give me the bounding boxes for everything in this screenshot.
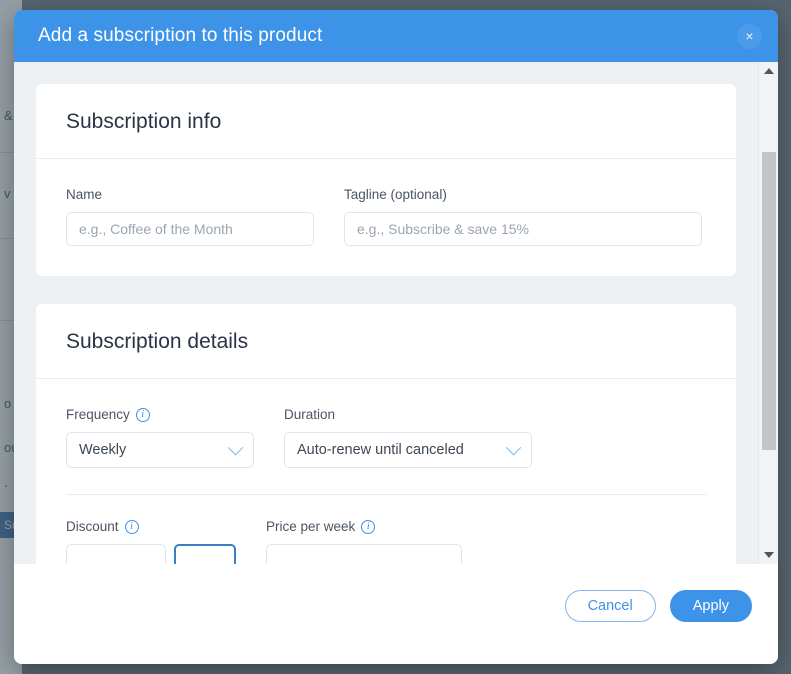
label-duration-text: Duration <box>284 407 336 422</box>
add-subscription-modal: Add a subscription to this product × Sub… <box>14 10 778 664</box>
scroll-up-arrow-icon[interactable] <box>759 62 778 80</box>
info-icon[interactable]: i <box>124 519 139 534</box>
scroll-down-arrow-icon[interactable] <box>759 546 778 564</box>
field-discount: Discount i <box>66 519 236 564</box>
discount-type-input[interactable] <box>174 544 236 564</box>
price-per-week-input[interactable] <box>266 544 462 564</box>
background-text-fragment: & <box>4 108 13 123</box>
section-title-subscription-details: Subscription details <box>36 304 736 379</box>
subscription-details-fields: Frequency i Weekly Duration Auto-renew u… <box>36 379 736 564</box>
label-price-per-week: Price per week i <box>266 519 462 534</box>
discount-inputs <box>66 544 236 564</box>
close-icon[interactable]: × <box>737 24 762 49</box>
label-frequency-text: Frequency <box>66 407 130 422</box>
modal-title: Add a subscription to this product <box>38 25 323 46</box>
background-text-fragment: · <box>4 478 9 493</box>
frequency-select[interactable]: Weekly <box>66 432 254 468</box>
background-text-fragment: v <box>4 186 11 201</box>
frequency-selected-value: Weekly <box>79 442 127 458</box>
modal-body: Subscription info Name Tagline (optional… <box>14 62 778 564</box>
frequency-duration-row: Frequency i Weekly Duration Auto-renew u… <box>66 407 706 468</box>
info-icon[interactable]: i <box>135 407 150 422</box>
field-duration: Duration Auto-renew until canceled <box>284 407 532 468</box>
label-name: Name <box>66 187 103 202</box>
section-title-subscription-info: Subscription info <box>36 84 736 159</box>
modal-header: Add a subscription to this product × <box>14 10 778 62</box>
label-price-per-week-text: Price per week <box>266 519 356 534</box>
tagline-input[interactable] <box>344 212 702 246</box>
modal-scroll-content: Subscription info Name Tagline (optional… <box>14 62 758 564</box>
subscription-info-card: Subscription info Name Tagline (optional… <box>36 84 736 276</box>
subscription-details-card: Subscription details Frequency i Weekly <box>36 304 736 564</box>
chevron-down-icon <box>227 439 244 455</box>
discount-amount-input[interactable] <box>66 544 166 564</box>
chevron-down-icon <box>505 439 522 455</box>
cancel-button[interactable]: Cancel <box>564 590 656 622</box>
duration-selected-value: Auto-renew until canceled <box>297 442 464 458</box>
field-price-per-week: Price per week i <box>266 519 462 564</box>
duration-select[interactable]: Auto-renew until canceled <box>284 432 532 468</box>
details-divider <box>66 494 706 495</box>
modal-footer: Cancel Apply <box>14 564 778 664</box>
field-frequency: Frequency i Weekly <box>66 407 254 468</box>
vertical-scrollbar[interactable] <box>758 62 778 564</box>
apply-button[interactable]: Apply <box>669 590 752 622</box>
discount-price-row: Discount i Price per week i <box>66 519 706 564</box>
subscription-info-fields: Name Tagline (optional) <box>36 159 736 276</box>
label-duration: Duration <box>284 407 532 422</box>
field-tagline: Tagline (optional) <box>344 187 702 246</box>
name-input[interactable] <box>66 212 314 246</box>
label-discount-text: Discount <box>66 519 119 534</box>
label-tagline: Tagline (optional) <box>344 187 447 202</box>
label-discount: Discount i <box>66 519 236 534</box>
name-tagline-row: Name Tagline (optional) <box>66 187 706 246</box>
label-frequency: Frequency i <box>66 407 254 422</box>
background-text-fragment: o <box>4 396 12 411</box>
field-name: Name <box>66 187 314 246</box>
info-icon[interactable]: i <box>361 519 376 534</box>
scrollbar-thumb[interactable] <box>762 152 776 450</box>
